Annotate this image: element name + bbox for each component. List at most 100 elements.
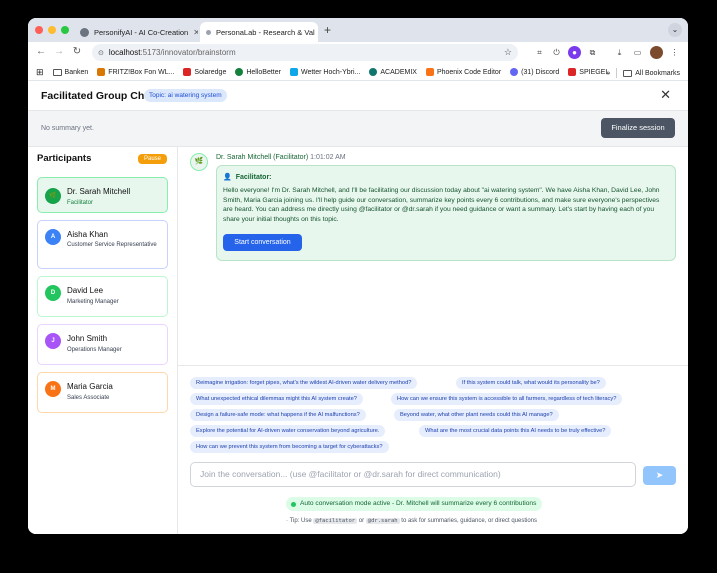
participant-card-david[interactable]: D David Lee Marketing Manager [37, 276, 168, 317]
pause-button[interactable]: Pause [138, 154, 168, 164]
back-icon[interactable]: ← [34, 45, 48, 59]
suggestion-chip[interactable]: Explore the potential for AI-driven wate… [190, 425, 386, 437]
bookmark-favicon-icon [235, 68, 244, 76]
participants-sidebar: Participants Pause 🌿 Dr. Sarah Mitchell … [28, 147, 178, 534]
download-icon[interactable]: ⤓ [613, 46, 626, 59]
folder-icon [52, 68, 62, 76]
participant-role: Operations Manager [67, 347, 122, 353]
window-controls [35, 26, 69, 34]
auto-mode-badge: Auto conversation mode active - Dr. Mitc… [286, 497, 543, 511]
close-icon[interactable]: ✕ [660, 87, 671, 103]
participant-card-aisha[interactable]: A Aisha Khan Customer Service Representa… [37, 220, 168, 269]
message-header: Dr. Sarah Mitchell (Facilitator) 1:01:02… [216, 154, 346, 161]
participant-role: Customer Service Representative [67, 242, 157, 248]
site-info-icon[interactable]: ⊙ [98, 49, 104, 57]
new-tab-button[interactable]: + [324, 23, 331, 37]
extension-icon[interactable]: ● [568, 46, 581, 59]
bookmark-favicon-icon [568, 68, 577, 76]
favicon-icon [206, 29, 211, 35]
minimize-window-button[interactable] [48, 26, 56, 34]
send-button[interactable]: ➤ [643, 466, 676, 485]
bookmark-academix[interactable]: ACADEMIX [369, 68, 417, 76]
user-icon: 👤 [223, 174, 232, 181]
browser-tab-personifyai[interactable]: PersonifyAI - AI Co-Creation ✕ [74, 22, 198, 42]
close-tab-icon[interactable]: ✕ [193, 28, 198, 37]
browser-toolbar: ← → ↻ ⊙ localhost:5173/innovator/brainst… [28, 42, 688, 64]
bookmark-spiegel[interactable]: SPIEGEL [568, 68, 609, 76]
bookmarks-divider [616, 68, 618, 78]
app-page: Facilitated Group Chat Topic: ai waterin… [28, 81, 688, 534]
leaf-icon: 🌿 [190, 153, 208, 171]
bookmark-solaredge[interactable]: Solaredge [183, 68, 226, 76]
cast-icon[interactable]: ⌗ [533, 46, 546, 59]
tab-strip: PersonifyAI - AI Co-Creation ✕ PersonaLa… [28, 18, 688, 42]
participant-name: David Lee [67, 286, 104, 295]
message-label: 👤 Facilitator: [223, 173, 272, 182]
participants-heading: Participants [37, 153, 92, 164]
finalize-session-button[interactable]: Finalize session [601, 118, 675, 138]
message-input[interactable]: Join the conversation... (use @facilitat… [190, 462, 636, 487]
participant-name: Aisha Khan [67, 230, 108, 239]
chat-header: Facilitated Group Chat Topic: ai waterin… [28, 81, 688, 111]
message-time: 1:01:02 AM [310, 154, 346, 161]
tab-title: PersonifyAI - AI Co-Creation [94, 27, 189, 37]
profile-avatar[interactable] [650, 46, 663, 59]
bookmark-wetter[interactable]: Wetter Hoch-Ybri... [289, 68, 360, 76]
maximize-window-button[interactable] [61, 26, 69, 34]
apps-grid-icon[interactable]: ⊞ [36, 67, 44, 78]
participant-card-maria[interactable]: M Maria Garcia Sales Associate [37, 372, 168, 413]
tab-title: PersonaLab - Research & Val [216, 27, 315, 37]
address-bar[interactable]: ⊙ localhost:5173/innovator/brainstorm ☆ [92, 44, 518, 61]
bookmark-favicon-icon [97, 68, 106, 76]
avatar: J [45, 333, 61, 349]
bookmark-fritzbox[interactable]: FRITZ!Box Fon WL... [97, 68, 174, 76]
suggestion-chip[interactable]: Design a failure-safe mode: what happens… [190, 409, 366, 421]
message-sender: Dr. Sarah Mitchell (Facilitator) [216, 154, 309, 161]
chat-area: 🌿 Dr. Sarah Mitchell (Facilitator) 1:01:… [178, 147, 688, 365]
suggestion-chip[interactable]: Reimagine irrigation: forget pipes, what… [190, 377, 418, 389]
participant-name: John Smith [67, 334, 108, 343]
close-window-button[interactable] [35, 26, 43, 34]
participant-role: Facilitator [67, 200, 94, 206]
globe-icon [80, 27, 89, 37]
bookmark-banken[interactable]: Banken [52, 68, 88, 76]
folder-icon [623, 69, 633, 77]
send-icon: ➤ [655, 470, 664, 480]
bookmark-discord[interactable]: (31) Discord [510, 68, 559, 76]
bookmarks-bar: ⊞ Banken FRITZ!Box Fon WL... Solaredge H… [28, 64, 688, 81]
suggestion-chip[interactable]: How can we prevent this system from beco… [190, 441, 389, 453]
sidebar-icon[interactable]: ▭ [631, 46, 644, 59]
suggestion-chip[interactable]: What unexpected ethical dilemmas might t… [190, 393, 363, 405]
suggestion-chip[interactable]: How can we ensure this system is accessi… [391, 393, 623, 405]
reload-icon[interactable]: ↻ [70, 45, 84, 59]
bookmark-hellobetter[interactable]: HelloBetter [235, 68, 281, 76]
bookmark-phoenix[interactable]: Phoenix Code Editor [425, 68, 501, 76]
participant-name: Maria Garcia [67, 382, 113, 391]
participant-role: Marketing Manager [67, 299, 119, 305]
power-icon[interactable]: ⏻ [550, 46, 563, 59]
summary-text: No summary yet. [41, 125, 94, 132]
forward-icon[interactable]: → [52, 45, 66, 59]
menu-kebab-icon[interactable]: ⋮ [668, 46, 681, 59]
all-bookmarks-button[interactable]: All Bookmarks [623, 69, 680, 77]
status-dot-icon [291, 501, 296, 507]
bookmark-favicon-icon [510, 68, 519, 76]
suggestion-chip[interactable]: Beyond water, what other plant needs cou… [394, 409, 559, 421]
suggestion-chip[interactable]: What are the most crucial data points th… [419, 425, 612, 437]
lightbulb-icon: · [286, 518, 288, 524]
avatar: 🌿 [45, 188, 61, 204]
facilitator-message: 👤 Facilitator: Hello everyone! I'm Dr. S… [216, 165, 676, 261]
participant-card-sarah[interactable]: 🌿 Dr. Sarah Mitchell Facilitator [37, 177, 168, 213]
avatar: D [45, 285, 61, 301]
bookmark-favicon-icon [183, 68, 192, 76]
tab-search-button[interactable]: ⌄ [668, 23, 682, 37]
extensions-puzzle-icon[interactable]: ⧉ [586, 46, 599, 59]
participant-role: Sales Associate [67, 395, 110, 401]
browser-tab-personalab[interactable]: PersonaLab - Research & Val ✕ [200, 22, 318, 42]
suggestion-chip[interactable]: If this system could talk, what would it… [456, 377, 606, 389]
bookmarks-overflow-icon[interactable]: » [606, 70, 610, 77]
start-conversation-button[interactable]: Start conversation [223, 234, 302, 251]
bookmark-star-icon[interactable]: ☆ [504, 47, 512, 58]
participant-card-john[interactable]: J John Smith Operations Manager [37, 324, 168, 365]
suggestions-panel: Reimagine irrigation: forget pipes, what… [178, 365, 688, 534]
